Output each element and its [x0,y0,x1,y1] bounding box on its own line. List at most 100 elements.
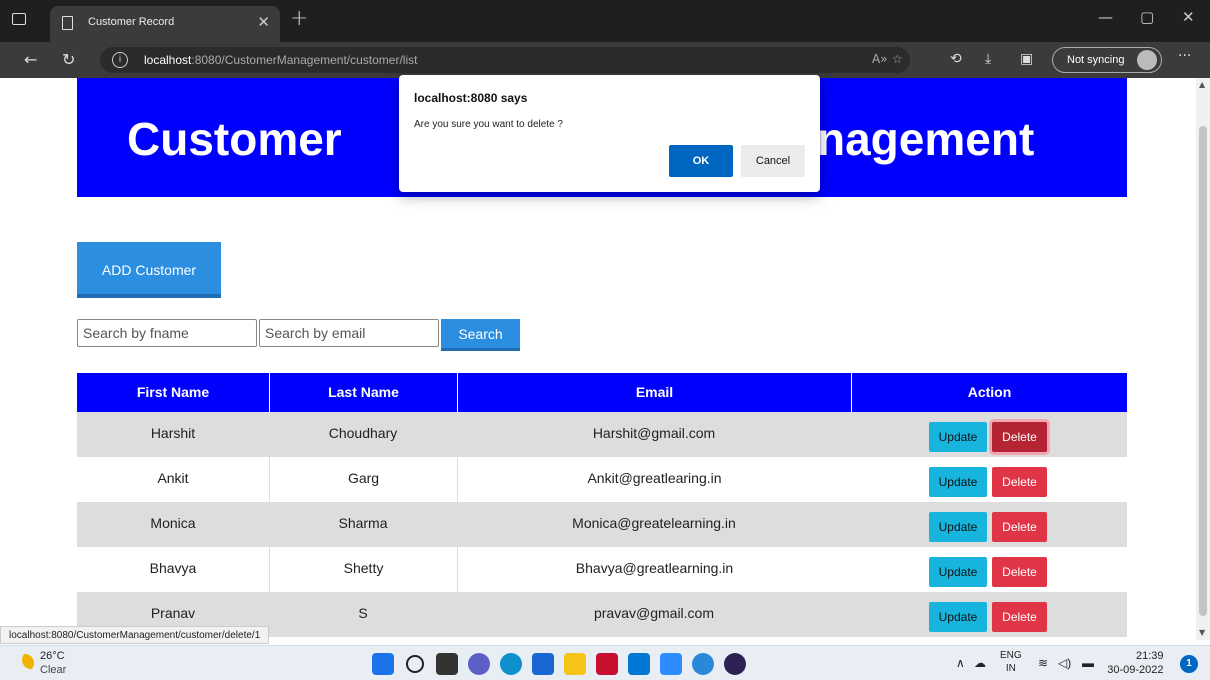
table-row: Monica Sharma Monica@greatelearning.in U… [77,502,1127,547]
window-menu-icon[interactable] [12,13,26,25]
dialog-message: Are you sure you want to delete ? [414,119,563,130]
eclipse-icon[interactable] [724,653,746,675]
browser-tab[interactable]: Customer Record ✕ [50,6,280,42]
task-view-icon[interactable] [436,653,458,675]
profile-label: Not syncing [1067,54,1125,66]
zoom-icon[interactable] [660,653,682,675]
wifi-icon[interactable]: ≋ [1038,656,1048,670]
search-email-input[interactable] [259,319,439,347]
windows-taskbar: 26°C Clear ∧ ☁ ENG IN ≋ ◁) ▬ 21:39 30-09… [0,645,1210,680]
battery-icon[interactable]: ▬ [1082,656,1094,670]
table-row: Harshit Choudhary Harshit@gmail.com Upda… [77,412,1127,457]
page-title-left: Customer [127,113,342,165]
notification-badge[interactable]: 1 [1180,655,1198,673]
system-clock[interactable]: 21:39 30-09-2022 [1107,649,1164,677]
dialog-cancel-button[interactable]: Cancel [741,145,805,177]
update-button[interactable]: Update [929,467,987,497]
table-row: Ankit Garg Ankit@greatlearing.in Update … [77,457,1127,502]
scroll-down-icon[interactable]: ▼ [1199,628,1205,637]
link-status-bar: localhost:8080/CustomerManagement/custom… [0,626,270,644]
url-text: localhost:8080/CustomerManagement/custom… [144,53,417,67]
weather-temperature[interactable]: 26°C [40,650,65,662]
moon-icon[interactable] [16,654,34,672]
download-icon[interactable]: ⤓ [985,51,991,67]
search-button[interactable]: Search [441,319,520,351]
cell-email: pravav@gmail.com [593,605,715,621]
mcafee-icon[interactable] [596,653,618,675]
cell-email: Ankit@greatlearing.in [457,457,851,502]
cell-last-name: Choudhary [328,425,398,441]
favorite-icon[interactable]: ☆ [892,52,903,66]
table-header: First Name Last Name Email Action [77,373,1127,412]
help-icon[interactable] [692,653,714,675]
cell-email: Bhavya@greatlearning.in [457,547,851,592]
address-bar[interactable]: i localhost:8080/CustomerManagement/cust… [100,47,910,73]
read-aloud-icon[interactable]: A» [872,52,888,66]
start-icon[interactable] [372,653,394,675]
clock-time: 21:39 [1136,650,1164,662]
weather-description[interactable]: Clear [40,664,66,676]
column-header-email: Email [457,373,851,412]
address-toolbar: ← ↻ i localhost:8080/CustomerManagement/… [0,42,1210,78]
page-icon [62,16,73,30]
chat-icon[interactable] [468,653,490,675]
table-row: Bhavya Shetty Bhavya@greatlearning.in Up… [77,547,1127,592]
back-icon[interactable]: ← [24,50,37,69]
minimize-icon[interactable]: — [1098,8,1113,26]
file-explorer-icon[interactable] [564,653,586,675]
cell-last-name: Shetty [269,547,457,592]
store-icon[interactable] [532,653,554,675]
page-scrollbar[interactable]: ▲ ▼ [1196,78,1210,640]
page-title-right: nagement [817,113,1035,165]
cell-last-name: Sharma [338,515,388,531]
dialog-title: localhost:8080 says [414,91,528,105]
update-button[interactable]: Update [929,602,987,632]
more-menu-icon[interactable]: ··· [1178,48,1191,64]
tab-title: Customer Record [88,16,175,28]
restore-icon[interactable]: ▢ [1140,8,1154,26]
url-path: :8080/CustomerManagement/customer/list [191,53,418,67]
search-fname-input[interactable] [77,319,257,347]
cell-email: Harshit@gmail.com [592,425,716,441]
cell-last-name: Garg [269,457,457,502]
url-host: localhost [144,53,192,67]
site-info-icon[interactable]: i [112,52,128,68]
profile-button[interactable]: Not syncing [1052,47,1162,73]
add-customer-button[interactable]: ADD Customer [77,242,221,298]
delete-button[interactable]: Delete [992,467,1047,497]
confirm-delete-dialog: localhost:8080 says Are you sure you wan… [399,75,820,192]
cloud-icon[interactable]: ☁ [974,656,986,670]
edge-browser-icon[interactable] [500,653,522,675]
delete-button[interactable]: Delete [992,512,1047,542]
refresh-icon[interactable]: ↻ [62,50,75,69]
update-button[interactable]: Update [929,557,987,587]
chevron-up-icon[interactable]: ∧ [956,656,965,670]
column-header-first-name: First Name [136,384,210,400]
avatar [1137,50,1157,70]
delete-button[interactable]: Delete [992,602,1047,632]
history-icon[interactable]: ⟲ [950,51,962,67]
update-button[interactable]: Update [929,512,987,542]
browser-title-bar: Customer Record ✕ + — ▢ ✕ [0,0,1210,42]
cell-first-name: Ankit [157,470,189,486]
column-header-action: Action [851,373,1127,412]
delete-button[interactable]: Delete [992,422,1047,452]
volume-icon[interactable]: ◁) [1058,656,1071,670]
search-icon[interactable] [406,655,424,673]
extensions-icon[interactable]: ▣ [1020,51,1033,67]
scroll-up-icon[interactable]: ▲ [1199,80,1205,89]
clock-date: 30-09-2022 [1107,664,1164,676]
close-window-icon[interactable]: ✕ [1182,8,1195,26]
update-button[interactable]: Update [929,422,987,452]
delete-button[interactable]: Delete [992,557,1047,587]
dialog-ok-button[interactable]: OK [669,145,733,177]
tab-close-icon[interactable]: ✕ [257,13,270,31]
new-tab-icon[interactable]: + [290,6,308,31]
scroll-thumb[interactable] [1199,126,1207,616]
language-indicator[interactable]: ENG IN [1000,649,1022,675]
region-code: IN [1005,663,1016,674]
cell-first-name: Harshit [150,425,196,441]
cell-first-name: Monica [150,515,196,531]
app-icon[interactable] [628,653,650,675]
cell-first-name: Bhavya [149,560,197,576]
